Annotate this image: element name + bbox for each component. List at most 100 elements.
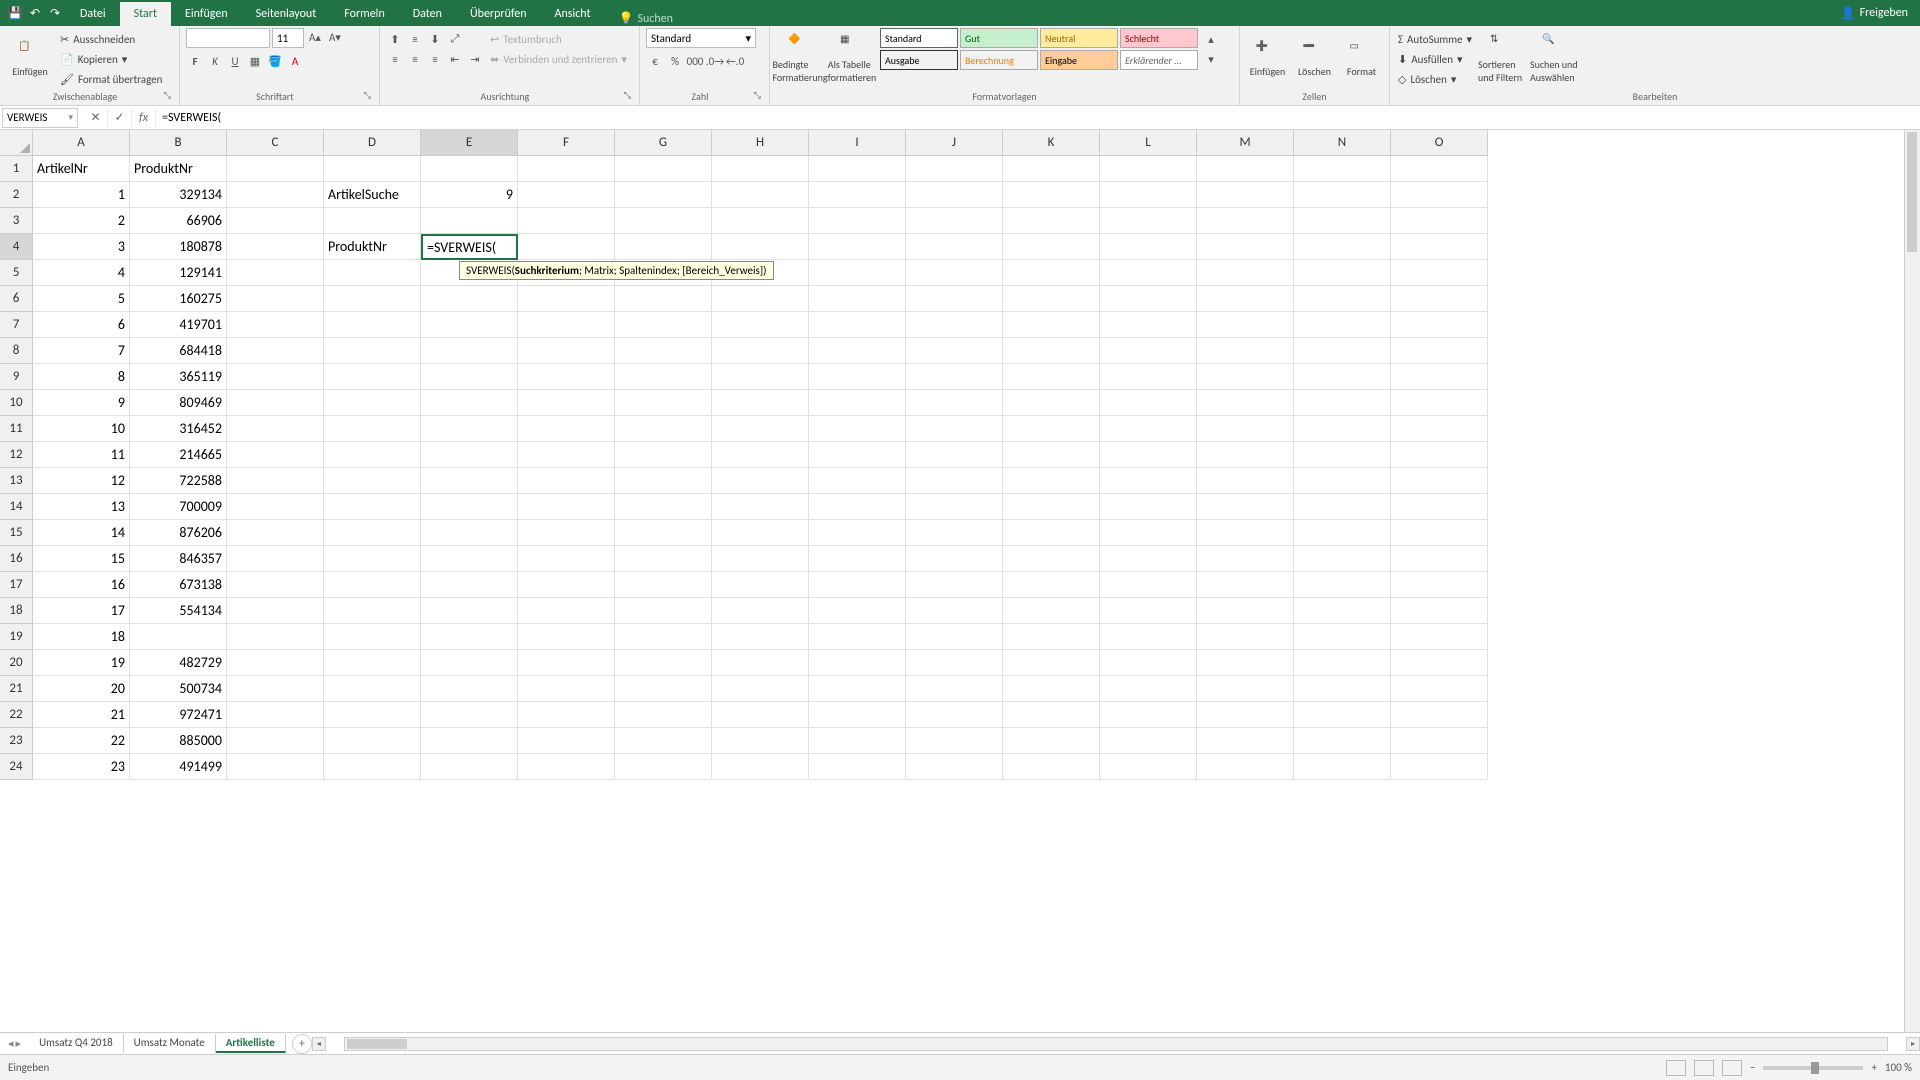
- vertical-scrollbar[interactable]: [1904, 130, 1920, 1032]
- vscroll-thumb[interactable]: [1907, 132, 1917, 252]
- cell-H4[interactable]: [712, 234, 809, 260]
- cell-K23[interactable]: [1003, 728, 1100, 754]
- font-name-combo[interactable]: [186, 28, 270, 48]
- cell-L7[interactable]: [1100, 312, 1197, 338]
- cell-H20[interactable]: [712, 650, 809, 676]
- currency-icon[interactable]: €: [646, 52, 664, 70]
- cell-O24[interactable]: [1391, 754, 1488, 780]
- cell-E8[interactable]: [421, 338, 518, 364]
- cell-D10[interactable]: [324, 390, 421, 416]
- cell-M2[interactable]: [1197, 182, 1294, 208]
- cell-I1[interactable]: [809, 156, 906, 182]
- cell-I8[interactable]: [809, 338, 906, 364]
- cell-B6[interactable]: 160275: [130, 286, 227, 312]
- cell-C8[interactable]: [227, 338, 324, 364]
- cell-C17[interactable]: [227, 572, 324, 598]
- cell-K4[interactable]: [1003, 234, 1100, 260]
- cell-L20[interactable]: [1100, 650, 1197, 676]
- font-size-combo[interactable]: 11: [272, 28, 304, 48]
- cell-G9[interactable]: [615, 364, 712, 390]
- style-ausgabe[interactable]: Ausgabe: [880, 50, 958, 70]
- cell-G10[interactable]: [615, 390, 712, 416]
- cell-O10[interactable]: [1391, 390, 1488, 416]
- cell-K11[interactable]: [1003, 416, 1100, 442]
- cell-E17[interactable]: [421, 572, 518, 598]
- cell-H15[interactable]: [712, 520, 809, 546]
- orientation-icon[interactable]: ⤢: [446, 30, 464, 48]
- cell-C13[interactable]: [227, 468, 324, 494]
- cell-C1[interactable]: [227, 156, 324, 182]
- cell-G19[interactable]: [615, 624, 712, 650]
- cell-M20[interactable]: [1197, 650, 1294, 676]
- cell-M9[interactable]: [1197, 364, 1294, 390]
- cell-A13[interactable]: 12: [33, 468, 130, 494]
- cell-N8[interactable]: [1294, 338, 1391, 364]
- cell-I4[interactable]: [809, 234, 906, 260]
- cell-N11[interactable]: [1294, 416, 1391, 442]
- cell-K17[interactable]: [1003, 572, 1100, 598]
- cell-D24[interactable]: [324, 754, 421, 780]
- cell-N12[interactable]: [1294, 442, 1391, 468]
- cell-D7[interactable]: [324, 312, 421, 338]
- cell-C10[interactable]: [227, 390, 324, 416]
- number-format-combo[interactable]: Standard▾: [646, 28, 756, 48]
- cell-H17[interactable]: [712, 572, 809, 598]
- cell-N21[interactable]: [1294, 676, 1391, 702]
- cell-D19[interactable]: [324, 624, 421, 650]
- tab-start[interactable]: Start: [120, 2, 171, 26]
- column-header-A[interactable]: A: [33, 130, 130, 156]
- cell-J11[interactable]: [906, 416, 1003, 442]
- cell-J13[interactable]: [906, 468, 1003, 494]
- cell-A15[interactable]: 14: [33, 520, 130, 546]
- cell-B9[interactable]: 365119: [130, 364, 227, 390]
- cell-M10[interactable]: [1197, 390, 1294, 416]
- cell-O8[interactable]: [1391, 338, 1488, 364]
- cell-G4[interactable]: [615, 234, 712, 260]
- cell-H24[interactable]: [712, 754, 809, 780]
- cell-I11[interactable]: [809, 416, 906, 442]
- cell-O21[interactable]: [1391, 676, 1488, 702]
- align-center-icon[interactable]: ≡: [406, 50, 424, 68]
- cell-A11[interactable]: 10: [33, 416, 130, 442]
- cell-F7[interactable]: [518, 312, 615, 338]
- clear-button[interactable]: ◇Löschen▾: [1396, 70, 1474, 88]
- cell-K7[interactable]: [1003, 312, 1100, 338]
- cell-I2[interactable]: [809, 182, 906, 208]
- cell-G24[interactable]: [615, 754, 712, 780]
- row-header-13[interactable]: 13: [0, 468, 33, 494]
- cell-F23[interactable]: [518, 728, 615, 754]
- cell-K16[interactable]: [1003, 546, 1100, 572]
- copy-button[interactable]: 📄Kopieren▾: [58, 50, 164, 68]
- cell-F18[interactable]: [518, 598, 615, 624]
- cell-G1[interactable]: [615, 156, 712, 182]
- cell-E22[interactable]: [421, 702, 518, 728]
- cell-G17[interactable]: [615, 572, 712, 598]
- cell-N22[interactable]: [1294, 702, 1391, 728]
- column-header-M[interactable]: M: [1197, 130, 1294, 156]
- cell-L15[interactable]: [1100, 520, 1197, 546]
- cell-B5[interactable]: 129141: [130, 260, 227, 286]
- cell-K3[interactable]: [1003, 208, 1100, 234]
- cell-I22[interactable]: [809, 702, 906, 728]
- cell-M16[interactable]: [1197, 546, 1294, 572]
- view-normal-button[interactable]: [1666, 1060, 1686, 1076]
- row-header-24[interactable]: 24: [0, 754, 33, 780]
- row-header-16[interactable]: 16: [0, 546, 33, 572]
- decrease-font-icon[interactable]: A▾: [326, 28, 344, 46]
- cell-K1[interactable]: [1003, 156, 1100, 182]
- cell-A7[interactable]: 6: [33, 312, 130, 338]
- cell-C20[interactable]: [227, 650, 324, 676]
- cell-E6[interactable]: [421, 286, 518, 312]
- cell-M24[interactable]: [1197, 754, 1294, 780]
- cell-G8[interactable]: [615, 338, 712, 364]
- cell-I9[interactable]: [809, 364, 906, 390]
- cell-C14[interactable]: [227, 494, 324, 520]
- delete-cells-button[interactable]: ➖Löschen: [1293, 28, 1336, 88]
- style-erklaerender[interactable]: Erklärender ...: [1120, 50, 1198, 70]
- cell-A5[interactable]: 4: [33, 260, 130, 286]
- row-header-4[interactable]: 4: [0, 234, 33, 260]
- cell-H22[interactable]: [712, 702, 809, 728]
- cell-O6[interactable]: [1391, 286, 1488, 312]
- cell-H16[interactable]: [712, 546, 809, 572]
- cell-H18[interactable]: [712, 598, 809, 624]
